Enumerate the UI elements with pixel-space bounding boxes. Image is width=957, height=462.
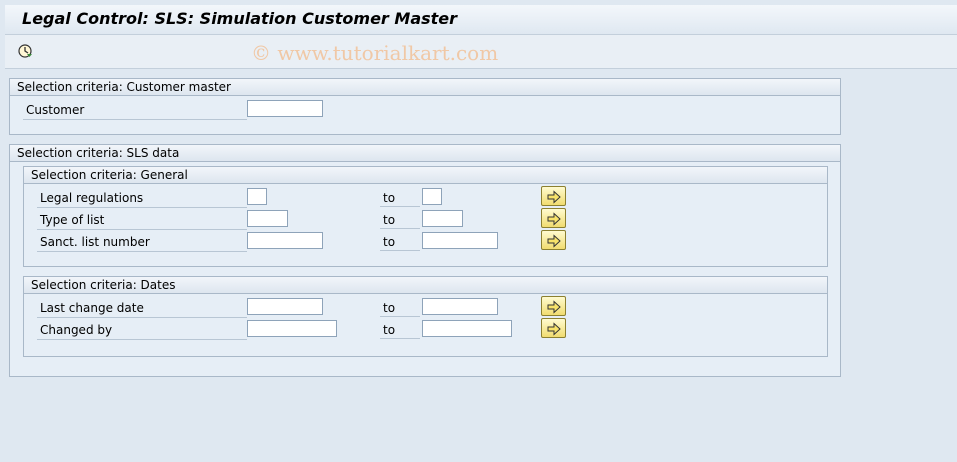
sanct-list-number-to-input[interactable] [422,232,498,249]
group-title-general: Selection criteria: General [24,167,827,184]
legal-regulations-to-label: to [380,189,420,207]
customer-label: Customer [23,101,247,120]
execute-clock-icon[interactable] [17,43,33,59]
last-change-date-to-input[interactable] [422,298,498,315]
last-change-date-to-label: to [380,299,420,317]
group-title-sls-data: Selection criteria: SLS data [10,145,840,162]
type-of-list-multiple-selection-button[interactable] [541,208,566,228]
selection-screen: Selection criteria: Customer master Cust… [5,69,957,462]
changed-by-to-label: to [380,321,420,339]
watermark: © www.tutorialkart.com [251,41,499,65]
group-sls-data: Selection criteria: SLS data Selection c… [9,144,841,377]
group-dates: Selection criteria: Dates Last change da… [23,276,828,357]
arrow-right-icon [547,190,561,204]
sanct-list-number-to-label: to [380,233,420,251]
legal-regulations-multiple-selection-button[interactable] [541,186,566,206]
title-bar: Legal Control: SLS: Simulation Customer … [5,5,957,35]
last-change-date-multiple-selection-button[interactable] [541,296,566,316]
group-customer-master: Selection criteria: Customer master Cust… [9,78,841,135]
type-of-list-to-input[interactable] [422,210,463,227]
sanct-list-number-multiple-selection-button[interactable] [541,230,566,250]
type-of-list-label: Type of list [37,211,247,230]
changed-by-to-input[interactable] [422,320,512,337]
legal-regulations-label: Legal regulations [37,189,247,208]
arrow-right-icon [547,300,561,314]
window-title: Legal Control: SLS: Simulation Customer … [22,9,458,28]
arrow-right-icon [547,322,561,336]
changed-by-multiple-selection-button[interactable] [541,318,566,338]
legal-regulations-from-input[interactable] [247,188,267,205]
changed-by-label: Changed by [37,321,247,340]
last-change-date-label: Last change date [37,299,247,318]
type-of-list-to-label: to [380,211,420,229]
group-title-customer-master: Selection criteria: Customer master [10,79,840,96]
group-general: Selection criteria: General Legal regula… [23,166,828,267]
arrow-right-icon [547,212,561,226]
sanct-list-number-label: Sanct. list number [37,233,247,252]
group-title-dates: Selection criteria: Dates [24,277,827,294]
sanct-list-number-from-input[interactable] [247,232,323,249]
application-toolbar: © www.tutorialkart.com [5,35,957,69]
legal-regulations-to-input[interactable] [422,188,442,205]
last-change-date-from-input[interactable] [247,298,323,315]
changed-by-from-input[interactable] [247,320,337,337]
type-of-list-from-input[interactable] [247,210,288,227]
arrow-right-icon [547,234,561,248]
customer-input[interactable] [247,100,323,117]
